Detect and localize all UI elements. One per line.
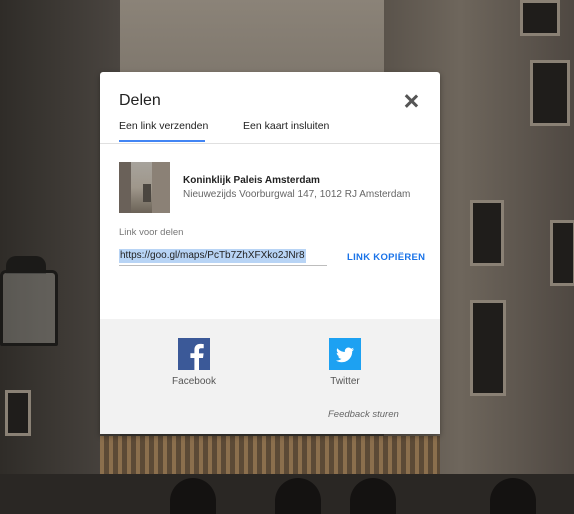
- feedback-link[interactable]: Feedback sturen: [328, 409, 399, 420]
- tab-send-link[interactable]: Een link verzenden: [119, 120, 208, 132]
- share-twitter-button[interactable]: Twitter: [305, 338, 385, 387]
- copy-link-button[interactable]: LINK KOPIËREN: [347, 252, 425, 263]
- share-link-selected-text[interactable]: https://goo.gl/maps/PcTb7ZhXFXko2JNr8: [119, 249, 306, 263]
- place-address: Nieuwezijds Voorburgwal 147, 1012 RJ Ams…: [183, 189, 411, 200]
- share-tabs: Een link verzenden Een kaart insluiten: [100, 120, 440, 144]
- facebook-icon: [178, 338, 210, 370]
- place-thumbnail: [119, 162, 170, 213]
- dialog-title: Delen: [119, 92, 161, 109]
- twitter-icon: [329, 338, 361, 370]
- share-twitter-label: Twitter: [330, 376, 360, 387]
- tab-embed-map[interactable]: Een kaart insluiten: [243, 120, 329, 132]
- share-facebook-button[interactable]: Facebook: [154, 338, 234, 387]
- building-window: [470, 300, 506, 396]
- link-label: Link voor delen: [119, 227, 184, 238]
- active-tab-indicator: [119, 140, 205, 142]
- close-icon[interactable]: [402, 92, 420, 110]
- building-window: [5, 390, 31, 436]
- building-window: [550, 220, 574, 286]
- place-name: Koninklijk Paleis Amsterdam: [183, 175, 320, 186]
- building-window: [470, 200, 504, 266]
- share-facebook-label: Facebook: [172, 376, 216, 387]
- street-lamp: [0, 270, 58, 346]
- building-window: [530, 60, 570, 126]
- balustrade: [100, 436, 440, 476]
- building-window: [520, 0, 560, 36]
- share-dialog: Delen Een link verzenden Een kaart inslu…: [100, 72, 440, 434]
- share-footer: Facebook Twitter Feedback sturen: [100, 319, 440, 434]
